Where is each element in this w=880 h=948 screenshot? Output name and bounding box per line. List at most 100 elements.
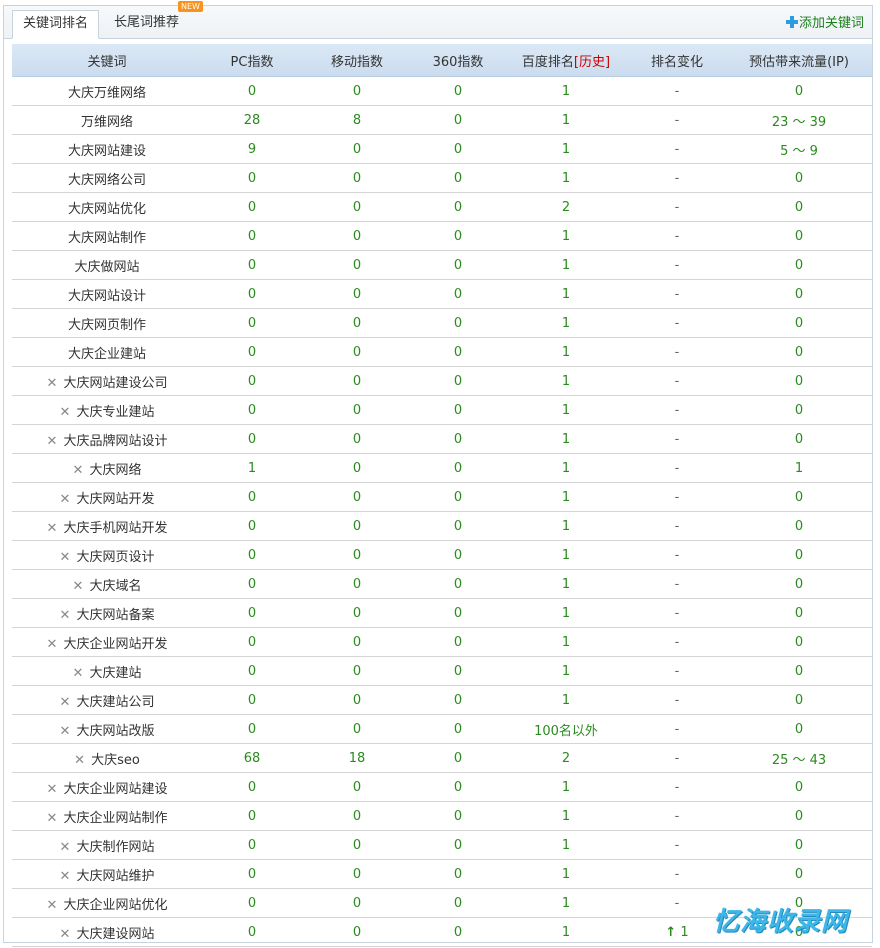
- baidu-rank-cell: 1: [504, 859, 628, 889]
- rank-change-value: -: [674, 286, 680, 302]
- close-icon[interactable]: ✕: [47, 434, 58, 449]
- rank-change-cell: -: [628, 743, 726, 773]
- close-icon[interactable]: ✕: [73, 579, 84, 594]
- mobile-index-cell: 0: [302, 395, 412, 425]
- baidu-rank-cell: 1: [504, 395, 628, 425]
- keyword-cell: ✕ 大庆企业网站开发: [12, 627, 202, 657]
- close-icon[interactable]: ✕: [60, 550, 71, 565]
- close-icon[interactable]: ✕: [47, 637, 58, 652]
- mobile-index-cell: 0: [302, 308, 412, 338]
- pc-index-cell: 0: [202, 685, 302, 715]
- pc-index-cell: 0: [202, 859, 302, 889]
- 360-index-cell: 0: [412, 801, 504, 831]
- baidu-rank-cell: 1: [504, 221, 628, 251]
- rank-change-cell: -: [628, 540, 726, 570]
- pc-index-cell: 0: [202, 192, 302, 222]
- rank-change-value: -: [674, 431, 680, 447]
- add-keyword-button[interactable]: 添加关键词: [785, 16, 864, 32]
- close-icon[interactable]: ✕: [60, 724, 71, 739]
- keyword-text: 大庆手机网站开发: [63, 520, 168, 536]
- keyword-cell: 大庆网站制作: [12, 221, 202, 251]
- close-icon[interactable]: ✕: [60, 492, 71, 507]
- history-link[interactable]: [历史]: [574, 55, 610, 70]
- 360-index-cell: 0: [412, 627, 504, 657]
- baidu-rank-cell: 1: [504, 337, 628, 367]
- close-icon[interactable]: ✕: [60, 608, 71, 623]
- table-row: ✕ 大庆网站建设公司 0 0 0 1-0: [12, 366, 872, 396]
- close-icon[interactable]: ✕: [73, 666, 84, 681]
- pc-index-cell: 28: [202, 105, 302, 135]
- mobile-index-cell: 0: [302, 424, 412, 454]
- 360-index-cell: 0: [412, 308, 504, 338]
- close-icon[interactable]: ✕: [73, 463, 84, 478]
- keyword-text: 大庆企业网站建设: [63, 781, 168, 797]
- pc-index-cell: 0: [202, 482, 302, 512]
- pc-index-cell: 0: [202, 279, 302, 309]
- close-icon[interactable]: ✕: [60, 695, 71, 710]
- mobile-index-cell: 0: [302, 76, 412, 106]
- baidu-rank-cell: 1: [504, 308, 628, 338]
- 360-index-cell: 0: [412, 337, 504, 367]
- tab-longtail-recommend[interactable]: 长尾词推荐: [104, 10, 189, 38]
- keyword-cell: ✕ 大庆seo: [12, 743, 202, 773]
- table-row: ✕ 大庆手机网站开发 0 0 0 1-0: [12, 511, 872, 541]
- 360-index-cell: 0: [412, 395, 504, 425]
- keyword-cell: 大庆网站设计: [12, 279, 202, 309]
- baidu-rank-cell: 1: [504, 163, 628, 193]
- est-traffic-cell: 0: [726, 250, 872, 280]
- close-icon[interactable]: ✕: [47, 811, 58, 826]
- rank-change-cell: -: [628, 830, 726, 860]
- est-traffic-cell: 23 ～ 39: [726, 105, 872, 135]
- close-icon[interactable]: ✕: [74, 753, 85, 768]
- baidu-rank-cell: 1: [504, 598, 628, 628]
- close-icon[interactable]: ✕: [47, 376, 58, 391]
- mobile-index-cell: 0: [302, 714, 412, 744]
- close-icon[interactable]: ✕: [60, 869, 71, 884]
- est-traffic-cell: 0: [726, 772, 872, 802]
- pc-index-cell: 0: [202, 569, 302, 599]
- pc-index-cell: 0: [202, 656, 302, 686]
- mobile-index-cell: 0: [302, 627, 412, 657]
- pc-index-cell: 9: [202, 134, 302, 164]
- table-row: 大庆做网站 0 0 0 1-0: [12, 250, 872, 280]
- est-traffic-cell: 0: [726, 366, 872, 396]
- keyword-text: 大庆网站维护: [76, 868, 155, 884]
- pc-index-cell: 0: [202, 830, 302, 860]
- close-icon[interactable]: ✕: [60, 927, 71, 942]
- close-icon[interactable]: ✕: [47, 521, 58, 536]
- table-row: ✕ 大庆网站改版 0 0 0 100名以外 -0: [12, 714, 872, 744]
- keyword-cell: ✕ 大庆网页设计: [12, 540, 202, 570]
- rank-change-value: -: [674, 83, 680, 99]
- mobile-index-cell: 0: [302, 453, 412, 483]
- 360-index-cell: 0: [412, 598, 504, 628]
- tab-keyword-ranking[interactable]: 关键词排名: [12, 10, 100, 39]
- close-icon[interactable]: ✕: [60, 840, 71, 855]
- keyword-text: 大庆网站改版: [76, 723, 155, 739]
- keyword-cell: 大庆网页制作: [12, 308, 202, 338]
- pc-index-cell: 0: [202, 250, 302, 280]
- 360-index-cell: 0: [412, 656, 504, 686]
- keyword-cell: ✕ 大庆网站备案: [12, 598, 202, 628]
- rank-change-cell: -: [628, 888, 726, 918]
- rank-change-value: -: [674, 576, 680, 592]
- table-row: 大庆企业建站 0 0 0 1-0: [12, 337, 872, 367]
- keyword-cell: ✕ 大庆网站开发: [12, 482, 202, 512]
- keyword-cell: 万维网络: [12, 105, 202, 135]
- watermark-logo: 忆海收录网: [712, 907, 848, 937]
- table-row: ✕ 大庆网页设计 0 0 0 1-0: [12, 540, 872, 570]
- 360-index-cell: 0: [412, 772, 504, 802]
- col-rank-change: 排名变化: [628, 44, 726, 77]
- keyword-text: 大庆万维网络: [67, 85, 146, 101]
- close-icon[interactable]: ✕: [47, 898, 58, 913]
- rank-change-value: -: [674, 721, 680, 737]
- pc-index-cell: 0: [202, 772, 302, 802]
- mobile-index-cell: 0: [302, 917, 412, 947]
- baidu-rank-cell: 2: [504, 743, 628, 773]
- keyword-text: 大庆企业网站优化: [63, 897, 168, 913]
- keyword-cell: ✕ 大庆企业网站建设: [12, 772, 202, 802]
- close-icon[interactable]: ✕: [60, 405, 71, 420]
- close-icon[interactable]: ✕: [47, 782, 58, 797]
- keyword-cell: 大庆网站建设: [12, 134, 202, 164]
- keyword-text: 大庆网站建设: [67, 143, 146, 159]
- est-traffic-cell: 0: [726, 627, 872, 657]
